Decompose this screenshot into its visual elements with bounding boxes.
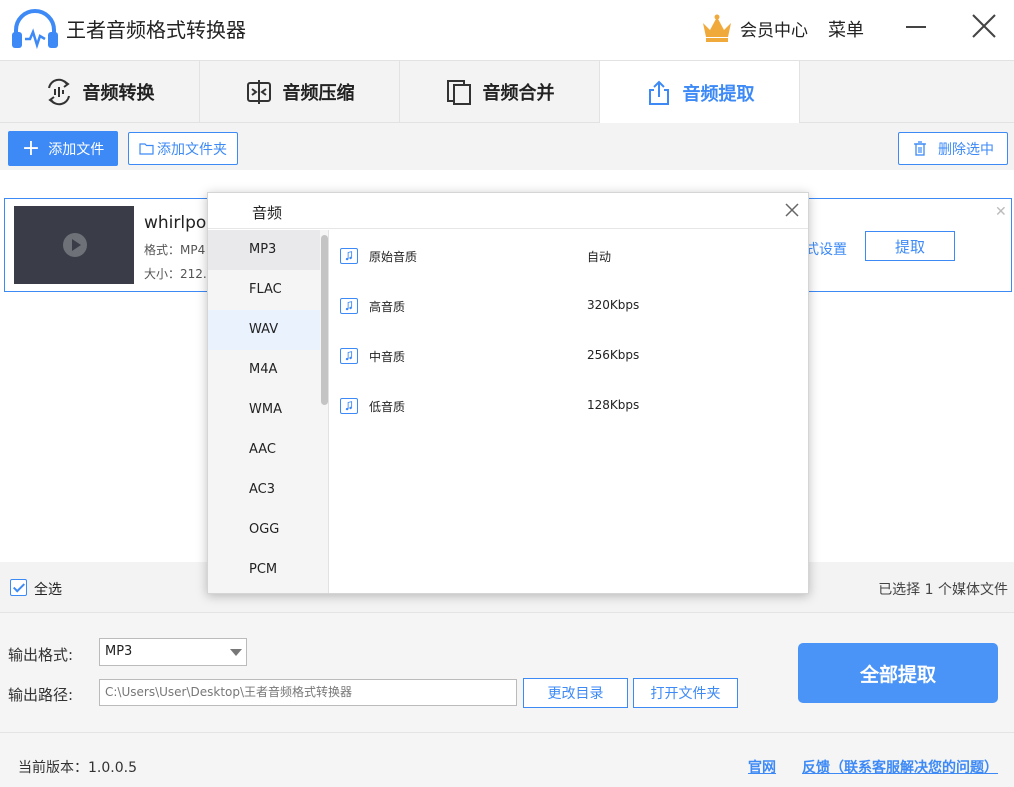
music-note-icon	[340, 298, 358, 314]
tab-audio-merge[interactable]: 音频合并	[400, 61, 600, 123]
output-format-value: MP3	[105, 644, 133, 659]
delete-selected-button[interactable]: 删除选中	[898, 132, 1008, 165]
select-all-checkbox[interactable]	[10, 579, 27, 596]
official-site-link[interactable]: 官网	[748, 757, 776, 777]
file-size: 大小：212.8	[144, 267, 215, 281]
vip-center-label: 会员中心	[740, 20, 808, 41]
select-all-label[interactable]: 全选	[34, 579, 62, 599]
delete-selected-label: 删除选中	[938, 141, 994, 158]
output-path-field[interactable]: C:\Users\User\Desktop\王者音频格式转换器	[99, 679, 517, 706]
quality-item-low[interactable]: 低音质 128Kbps	[329, 380, 808, 430]
tab-audio-extract-label: 音频提取	[682, 83, 755, 105]
popup-title: 音频	[252, 204, 283, 222]
minimize-button[interactable]	[904, 14, 928, 38]
audio-compress-icon	[246, 80, 271, 104]
remove-file-icon[interactable]: ✕	[995, 204, 1007, 220]
format-item-wma[interactable]: WMA	[208, 390, 328, 430]
close-window-icon[interactable]	[970, 12, 998, 40]
audio-format-popup: 音频 MP3 FLAC WAV M4A WMA AAC AC3 OGG PCM …	[207, 192, 809, 594]
tab-audio-compress-label: 音频压缩	[282, 83, 355, 104]
headphones-logo-icon	[12, 9, 58, 50]
add-file-label: 添加文件	[48, 141, 105, 158]
popup-header: 音频	[208, 193, 808, 229]
plus-icon: +	[21, 135, 41, 161]
output-format-select[interactable]: MP3	[99, 638, 247, 666]
quality-name: 低音质	[369, 400, 406, 414]
add-file-button[interactable]: + 添加文件	[8, 131, 118, 166]
format-settings-link[interactable]: 式设置	[805, 239, 847, 259]
tab-audio-merge-label: 音频合并	[482, 83, 555, 104]
open-folder-button[interactable]: 打开文件夹	[633, 678, 738, 708]
format-item-aac[interactable]: AAC	[208, 430, 328, 470]
selected-count: 已选择 1 个媒体文件	[878, 582, 1008, 598]
play-icon[interactable]	[63, 233, 87, 257]
format-item-wav[interactable]: WAV	[208, 310, 328, 350]
tab-audio-convert[interactable]: 音频转换	[0, 61, 200, 123]
folder-icon	[139, 143, 154, 155]
tab-audio-convert-label: 音频转换	[82, 83, 155, 104]
output-format-label: 输出格式:	[8, 646, 74, 664]
tab-audio-extract[interactable]: 音频提取	[600, 61, 800, 124]
trash-icon	[914, 140, 926, 156]
audio-convert-icon	[47, 78, 70, 106]
format-item-ogg[interactable]: OGG	[208, 510, 328, 550]
music-note-icon	[340, 248, 358, 264]
add-folder-button[interactable]: 添加文件夹	[128, 132, 238, 165]
toolbar: + 添加文件 添加文件夹 删除选中	[0, 123, 1014, 170]
quality-bitrate: 256Kbps	[587, 348, 640, 362]
quality-bitrate: 自动	[587, 250, 612, 264]
format-item-flac[interactable]: FLAC	[208, 270, 328, 310]
format-scrollbar-thumb[interactable]	[321, 235, 328, 405]
quality-list: 原始音质 自动 高音质 320Kbps 中音质 256Kbps 低音质 128K…	[329, 230, 808, 593]
music-note-icon	[340, 398, 358, 414]
main-tabs: 音频转换 音频压缩 音频合并 音频提取	[0, 60, 1014, 124]
format-list: MP3 FLAC WAV M4A WMA AAC AC3 OGG PCM	[208, 230, 328, 593]
dropdown-arrow-icon	[230, 649, 242, 656]
format-item-mp3[interactable]: MP3	[208, 230, 328, 270]
format-item-ac3[interactable]: AC3	[208, 470, 328, 510]
extract-all-button[interactable]: 全部提取	[798, 643, 998, 703]
add-folder-label: 添加文件夹	[157, 141, 227, 158]
format-item-m4a[interactable]: M4A	[208, 350, 328, 390]
output-settings: 输出格式: MP3 输出路径: C:\Users\User\Desktop\王者…	[0, 612, 1014, 732]
video-thumbnail[interactable]	[14, 206, 134, 284]
quality-bitrate: 128Kbps	[587, 398, 640, 412]
vip-center-button[interactable]: 会员中心	[700, 12, 808, 44]
audio-extract-icon	[648, 80, 669, 105]
extract-button[interactable]: 提取	[865, 231, 955, 261]
audio-merge-icon	[446, 80, 471, 105]
file-name: whirlpoo	[144, 213, 217, 233]
tab-audio-compress[interactable]: 音频压缩	[200, 61, 400, 123]
music-note-icon	[340, 348, 358, 364]
file-format: 格式：MP4	[144, 243, 206, 257]
output-path-label: 输出路径:	[8, 686, 74, 704]
quality-name: 中音质	[369, 350, 406, 364]
quality-name: 原始音质	[369, 250, 418, 264]
app-title: 王者音频格式转换器	[66, 18, 246, 42]
title-bar: 王者音频格式转换器 会员中心 菜单	[0, 0, 1014, 60]
quality-name: 高音质	[369, 300, 406, 314]
feedback-link[interactable]: 反馈（联系客服解决您的问题）	[802, 757, 998, 777]
format-item-pcm[interactable]: PCM	[208, 550, 328, 590]
version-text: 当前版本：1.0.0.5	[18, 760, 137, 776]
crown-icon	[703, 14, 731, 42]
footer: 当前版本：1.0.0.5 官网 反馈（联系客服解决您的问题）	[0, 732, 1014, 787]
menu-button[interactable]: 菜单	[828, 16, 864, 42]
quality-bitrate: 320Kbps	[587, 298, 640, 312]
quality-item-high[interactable]: 高音质 320Kbps	[329, 280, 808, 330]
quality-item-medium[interactable]: 中音质 256Kbps	[329, 330, 808, 380]
popup-close-icon[interactable]	[783, 201, 801, 219]
quality-item-original[interactable]: 原始音质 自动	[329, 230, 808, 280]
change-directory-button[interactable]: 更改目录	[523, 678, 628, 708]
